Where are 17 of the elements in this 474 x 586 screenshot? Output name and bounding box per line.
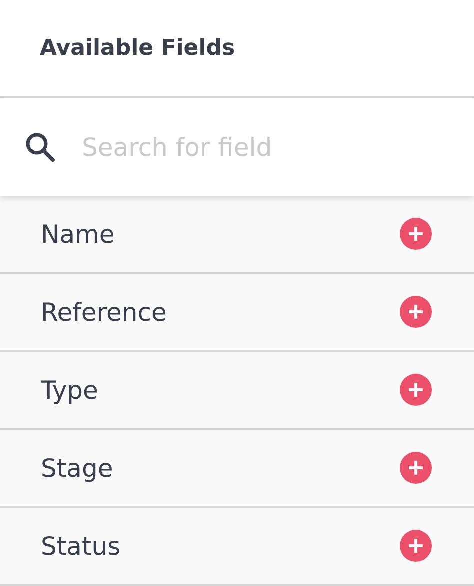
field-label: Status xyxy=(41,532,121,560)
plus-icon xyxy=(409,227,423,241)
plus-icon xyxy=(409,305,423,319)
add-button[interactable] xyxy=(400,530,432,562)
field-label: Name xyxy=(41,220,115,248)
add-button[interactable] xyxy=(400,374,432,406)
add-button[interactable] xyxy=(400,452,432,484)
field-label: Stage xyxy=(41,454,114,482)
add-button[interactable] xyxy=(400,218,432,250)
search-icon xyxy=(24,131,56,163)
field-label: Reference xyxy=(41,298,167,326)
plus-icon xyxy=(409,461,423,475)
field-label: Type xyxy=(41,376,98,404)
panel-title: Available Fields xyxy=(40,36,236,60)
plus-icon xyxy=(409,383,423,397)
add-button[interactable] xyxy=(400,296,432,328)
plus-icon xyxy=(409,539,423,553)
